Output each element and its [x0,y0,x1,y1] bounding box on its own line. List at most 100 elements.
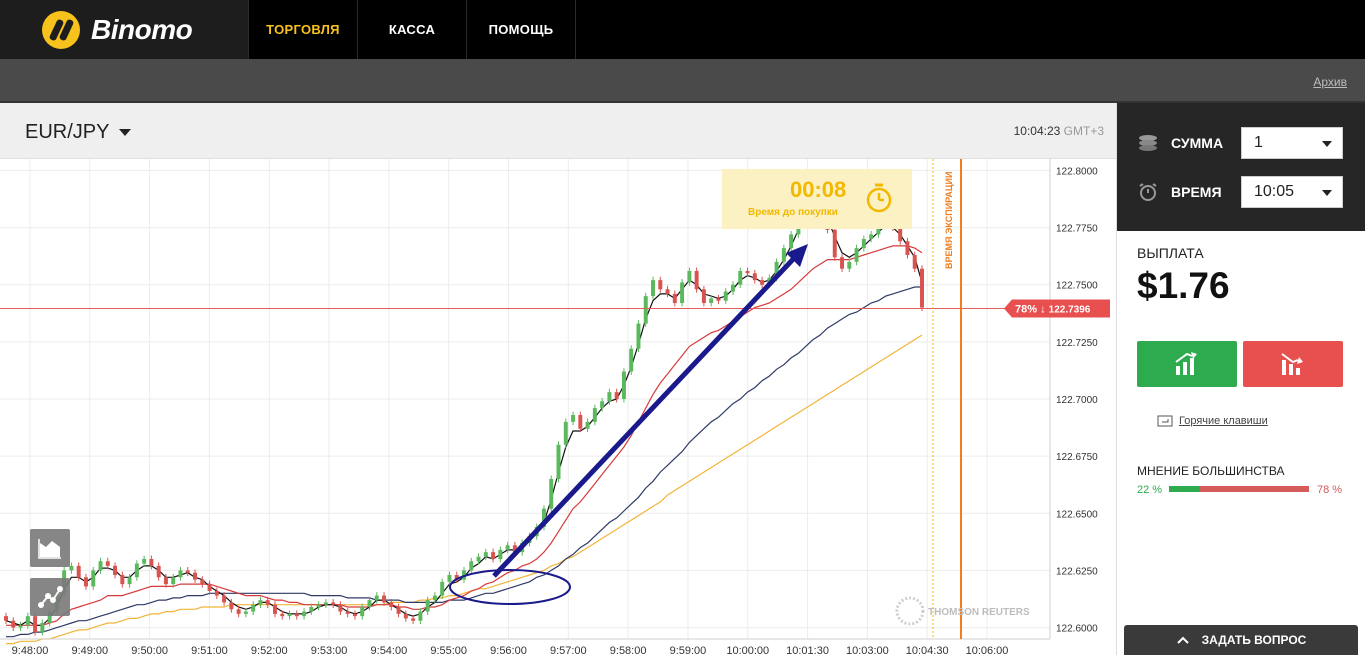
candle [120,571,125,588]
asset-selector[interactable]: EUR/JPY [25,121,132,144]
candle-body [389,602,394,607]
time-select[interactable]: 10:05 [1241,176,1343,208]
candle [760,276,765,289]
x-tick-label: 10:04:30 [906,645,949,655]
candle-body [716,298,721,301]
candle-body [33,616,38,633]
majority-up-pct: 22 % [1137,484,1163,496]
candle [200,576,205,588]
ask-question-button[interactable]: ЗАДАТЬ ВОПРОС [1124,625,1358,655]
candle-body [469,561,474,571]
candle [294,610,299,620]
candle-body [352,613,357,617]
y-tick-label: 122.8000 [1056,166,1098,177]
x-tick-label: 9:57:00 [550,645,587,655]
candle [752,269,757,284]
keyboard-icon [1157,415,1173,427]
candle [331,599,336,609]
candle-body [120,575,125,585]
candle-body [491,552,496,559]
candle-body [273,604,277,614]
x-tick-label: 10:06:00 [966,645,1009,655]
price-chart[interactable]: 9:48:00 9:49:00 9:50:00 9:51:00 9:52:00 9:53:… [0,159,1116,657]
asset-pair: EUR/JPY [25,121,110,143]
candle-body [898,227,903,242]
candle [723,288,728,305]
time-row: ВРЕМЯ 10:05 [1137,176,1343,208]
amount-select[interactable]: 1 [1241,127,1343,159]
candle-body [287,613,292,617]
candle [251,601,256,615]
candle-body [592,408,597,422]
amount-label: СУММА [1171,135,1224,151]
candle-body [229,602,234,610]
candle-body [69,565,74,571]
candle-body [905,241,910,255]
candle-body [563,421,568,445]
candle-body [367,600,372,607]
candle [621,368,626,403]
nav-cashier[interactable]: КАССА [357,0,466,59]
brand-logo[interactable]: Binomo [0,0,248,59]
candle [905,237,910,259]
candle [578,411,583,433]
candle [665,285,670,298]
candle [214,587,219,599]
candle [338,601,343,615]
candle-body [665,289,670,294]
candle-body [156,565,161,578]
y-tick-label: 122.7500 [1056,281,1098,292]
candle [352,610,357,620]
majority-label: МНЕНИЕ БОЛЬШИНСТВА [1137,464,1285,478]
top-bar: Binomo ТОРГОВЛЯ КАССА ПОМОЩЬ [0,0,1365,59]
timer-label: Время до покупки [748,207,838,218]
candle [69,562,74,574]
candle [389,599,394,611]
candle [193,569,197,583]
nav-help[interactable]: ПОМОЩЬ [466,0,576,59]
archive-link[interactable]: Архив [1313,75,1347,89]
candle [701,285,706,307]
server-clock: 10:04:23 GMT+3 [1014,124,1104,138]
chart-type-button[interactable] [30,529,70,567]
hotkeys-link[interactable]: Горячие клавиши [1179,415,1268,427]
buy-down-button[interactable] [1243,341,1343,387]
chevron-up-icon [1176,636,1189,644]
candle [694,267,699,293]
candle-body [236,609,241,614]
x-tick-label: 9:59:00 [670,645,707,655]
x-tick-label: 9:48:00 [12,645,49,655]
candle-body [483,552,488,557]
candle-body [178,570,183,578]
candle [498,546,503,563]
candle-body [869,234,874,239]
candle [418,608,423,625]
ema-navy-line [6,286,922,638]
candle [287,610,292,620]
candle [91,567,96,590]
candle-body [920,268,924,308]
buy-up-button[interactable] [1137,341,1237,387]
alarm-clock-icon [1139,183,1157,201]
price-tag-text: 78% ↓ 122.7396 [1015,303,1091,315]
watermark-text: THOMSON REUTERS [928,607,1030,618]
nav-trading[interactable]: ТОРГОВЛЯ [248,0,357,59]
candle [643,292,648,327]
candle-body [629,348,634,372]
candle-body [396,607,401,614]
candle [273,601,277,618]
candle [134,560,139,581]
indicators-button[interactable] [30,578,70,616]
candle-body [127,577,132,585]
candle-body [4,616,8,621]
candle-body [745,271,750,274]
chevron-down-icon [119,129,132,136]
candle-body [760,280,765,285]
candle-body [723,291,728,301]
candle-body [687,271,692,283]
candle-body [185,570,190,573]
candle-body [83,577,88,587]
candle-body [163,577,168,585]
candle [83,573,88,590]
expiry-label: ВРЕМЯ ЭКСПИРАЦИИ [944,172,954,269]
